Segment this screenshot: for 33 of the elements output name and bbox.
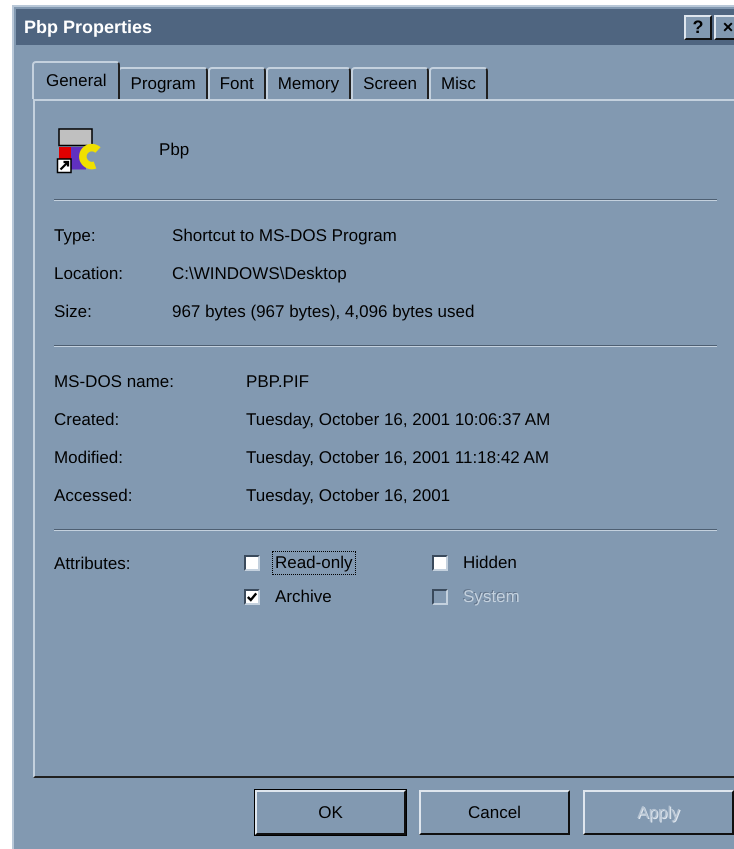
field-label: Created: xyxy=(54,410,120,430)
field-value: C:\WINDOWS\Desktop xyxy=(172,264,348,284)
field-label: Size: xyxy=(54,302,93,322)
attributes-label: Attributes: xyxy=(54,553,132,575)
dialog-button[interactable]: Cancel xyxy=(419,790,570,835)
field-value: PBP.PIF xyxy=(246,372,310,392)
field-label: Type: xyxy=(54,226,97,246)
field-value: Shortcut to MS-DOS Program xyxy=(172,226,398,246)
close-button[interactable]: × xyxy=(714,14,734,40)
help-button[interactable]: ? xyxy=(684,14,712,40)
field-value: Tuesday, October 16, 2001 10:06:37 AM xyxy=(246,410,552,430)
field-label: MS-DOS name: xyxy=(54,372,175,392)
field-label: Location: xyxy=(54,264,124,284)
tab[interactable]: Program xyxy=(118,67,208,99)
tab[interactable]: Font xyxy=(208,67,266,99)
tab[interactable]: General xyxy=(32,61,120,99)
dialog-button[interactable]: OK xyxy=(255,790,406,835)
tab[interactable]: Misc xyxy=(428,67,488,99)
file-name: Pbp xyxy=(159,140,190,160)
checkbox[interactable] xyxy=(244,555,260,571)
field-value: 967 bytes (967 bytes), 4,096 bytes used xyxy=(172,302,476,322)
field-value: Tuesday, October 16, 2001 xyxy=(246,486,452,506)
tab[interactable]: Screen xyxy=(351,67,429,99)
field-label: Modified: xyxy=(54,448,124,468)
window-title: Pbp Properties xyxy=(24,16,152,38)
tab[interactable]: Memory xyxy=(266,67,352,99)
checkbox-label[interactable]: Read-only xyxy=(272,551,356,575)
checkbox-label[interactable]: Archive xyxy=(272,585,335,609)
field-value: Tuesday, October 16, 2001 11:18:42 AM xyxy=(246,448,550,468)
checkbox[interactable] xyxy=(432,555,448,571)
checkbox[interactable] xyxy=(244,589,260,605)
checkbox-label[interactable]: Hidden xyxy=(460,551,520,575)
field-label: Accessed: xyxy=(54,486,134,506)
